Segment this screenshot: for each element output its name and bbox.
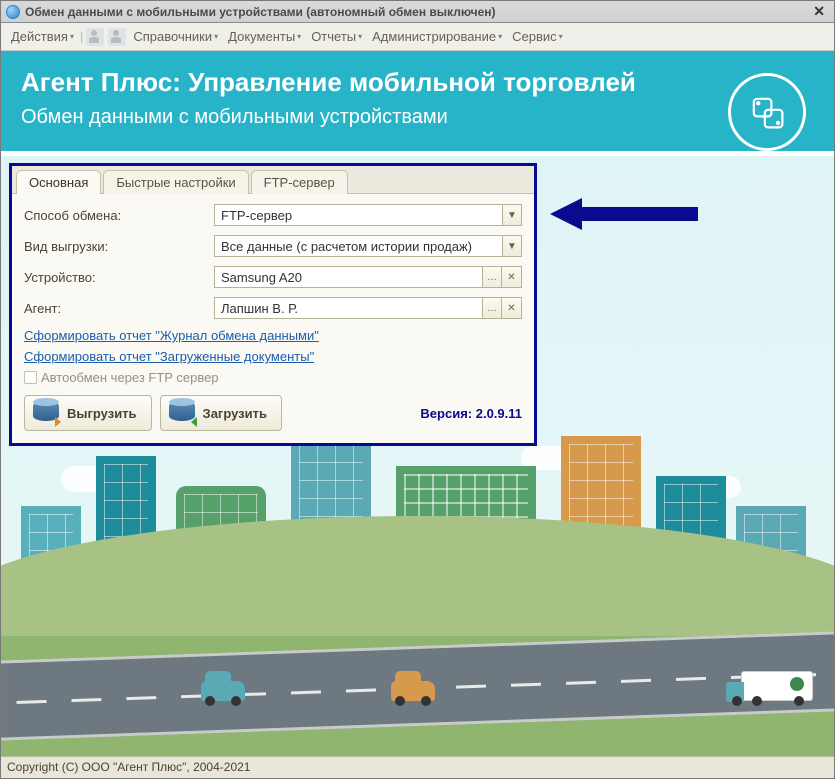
form: Способ обмена: ▼ Вид выгрузки: ▼ Устройс… [12,194,534,443]
menubar: Действия ▾ | Справочники ▾ Документы ▾ О… [1,23,834,51]
device-field[interactable]: … ✕ [214,266,522,288]
tab-main-label: Основная [29,175,88,190]
copyright-text: Copyright (C) ООО "Агент Плюс", 2004-202… [7,760,250,774]
autoexchange-label: Автообмен через FTP сервер [41,370,219,385]
ellipsis-icon[interactable]: … [482,297,502,319]
close-icon[interactable]: ✕ [809,3,829,20]
database-import-icon [169,401,195,425]
menu-actions[interactable]: Действия ▾ [7,27,78,46]
tabs: Основная Быстрые настройки FTP-сервер [12,166,534,194]
tab-ftp-server[interactable]: FTP-сервер [251,170,348,194]
export-button[interactable]: Выгрузить [24,395,152,431]
menu-reports[interactable]: Отчеты ▾ [307,27,366,46]
menu-documents[interactable]: Документы ▾ [224,27,305,46]
export-type-select[interactable]: ▼ [214,235,522,257]
import-button[interactable]: Загрузить [160,395,282,431]
window-title: Обмен данными с мобильными устройствами … [25,5,496,19]
user-icon[interactable] [108,28,126,46]
exchange-method-select[interactable]: ▼ [214,204,522,226]
menu-documents-label: Документы [228,29,295,44]
agent-input[interactable] [214,297,482,319]
menu-reports-label: Отчеты [311,29,356,44]
banner-title: Агент Плюс: Управление мобильной торговл… [21,67,814,98]
export-button-label: Выгрузить [67,406,137,421]
menu-service-label: Сервис [512,29,557,44]
tab-quick-label: Быстрые настройки [116,175,235,190]
dropdown-icon[interactable]: ▼ [502,204,522,226]
link-report-journal[interactable]: Сформировать отчет "Журнал обмена данным… [24,328,319,343]
tab-main[interactable]: Основная [16,170,101,194]
version-label: Версия: 2.0.9.11 [420,406,522,421]
chevron-down-icon: ▾ [358,32,362,41]
export-type-label: Вид выгрузки: [24,239,214,254]
globe-icon [6,5,20,19]
chevron-down-icon: ▾ [297,32,301,41]
menu-references-label: Справочники [133,29,212,44]
menu-admin-label: Администрирование [372,29,496,44]
device-label: Устройство: [24,270,214,285]
tab-ftp-label: FTP-сервер [264,175,335,190]
plugin-icon [728,73,806,151]
chevron-down-icon: ▾ [214,32,218,41]
exchange-panel: Основная Быстрые настройки FTP-сервер Сп… [9,163,537,446]
annotation-arrow-icon [550,196,700,232]
banner-subtitle: Обмен данными с мобильными устройствами [21,106,814,129]
chevron-down-icon: ▾ [498,32,502,41]
device-input[interactable] [214,266,482,288]
export-type-input[interactable] [214,235,502,257]
import-button-label: Загрузить [203,406,267,421]
exchange-method-input[interactable] [214,204,502,226]
agent-field[interactable]: … ✕ [214,297,522,319]
menu-service[interactable]: Сервис ▾ [508,27,567,46]
chevron-down-icon: ▾ [70,32,74,41]
chevron-down-icon: ▾ [559,32,563,41]
titlebar: Обмен данными с мобильными устройствами … [1,1,834,23]
footer: Copyright (C) ООО "Агент Плюс", 2004-202… [1,756,834,778]
autoexchange-checkbox-row[interactable]: Автообмен через FTP сервер [24,370,522,385]
menu-references[interactable]: Справочники ▾ [129,27,222,46]
clear-icon[interactable]: ✕ [502,266,522,288]
menu-actions-label: Действия [11,29,68,44]
tab-quick-settings[interactable]: Быстрые настройки [103,170,248,194]
dropdown-icon[interactable]: ▼ [502,235,522,257]
clear-icon[interactable]: ✕ [502,297,522,319]
ellipsis-icon[interactable]: … [482,266,502,288]
menu-admin[interactable]: Администрирование ▾ [368,27,506,46]
user-icon[interactable] [86,28,104,46]
exchange-method-label: Способ обмена: [24,208,214,223]
agent-label: Агент: [24,301,214,316]
link-report-loaded-docs[interactable]: Сформировать отчет "Загруженные документ… [24,349,314,364]
checkbox-icon[interactable] [24,371,37,384]
database-export-icon [33,401,59,425]
banner: Агент Плюс: Управление мобильной торговл… [1,51,834,151]
